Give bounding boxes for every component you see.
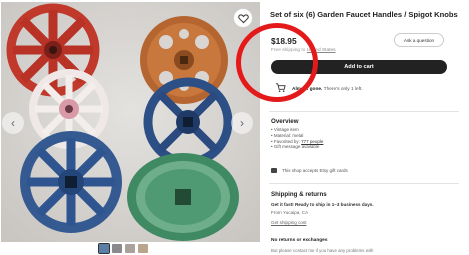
thumbnail[interactable] (112, 244, 122, 253)
divider (269, 183, 459, 184)
overview-heading[interactable]: Overview (271, 118, 299, 125)
thumbnail[interactable] (138, 244, 148, 253)
returns-text: But please contact me if you have any pr… (271, 248, 374, 253)
prev-image-button[interactable]: ‹ (2, 112, 24, 134)
ship-from-text: From Yucaipa, CA (271, 210, 309, 215)
stock-remaining: There's only 1 left. (323, 87, 363, 92)
overview-list: • Vintage item • Material: metal • Favor… (271, 127, 323, 150)
favorited-count-link[interactable]: 777 people (301, 139, 323, 144)
chevron-left-icon: ‹ (11, 116, 15, 130)
thumbnail-strip (98, 243, 148, 254)
shipping-heading[interactable]: Shipping & returns (271, 191, 327, 198)
product-photo[interactable]: ‹ › (1, 2, 260, 242)
thumbnail[interactable] (125, 244, 135, 253)
price-highlight-annotation (236, 23, 318, 102)
overview-item-text: Material: metal (273, 132, 304, 138)
returns-heading: No returns or exchanges (271, 238, 328, 243)
divider (269, 111, 459, 112)
image-gallery: ‹ › (0, 0, 262, 255)
favorite-button[interactable] (233, 8, 253, 28)
faucet-handles-image (1, 2, 260, 242)
ship-fast-text: Get it fast! Ready to ship in 1–3 busine… (271, 202, 374, 207)
ask-question-button[interactable]: Ask a question (394, 33, 444, 47)
blue-handle-left (20, 131, 122, 233)
green-handle (127, 153, 239, 241)
chevron-right-icon: › (240, 116, 244, 130)
overview-item: • Gift message available (271, 144, 320, 150)
listing-page: ‹ › Set of six (6) Garden Faucet Handles… (0, 0, 469, 255)
gift-card-icon (271, 168, 277, 173)
gift-card-text: This shop accepts Etsy gift cards (282, 168, 348, 173)
thumbnail[interactable] (98, 243, 110, 254)
favorited-prefix: Favorited by: (273, 138, 300, 144)
next-image-button[interactable]: › (231, 112, 253, 134)
gift-card-notice: This shop accepts Etsy gift cards (271, 168, 348, 173)
shipping-cost-link[interactable]: Get shipping cost (271, 220, 307, 225)
listing-title: Set of six (6) Garden Faucet Handles / S… (270, 10, 458, 19)
overview-item-text: Gift message available (273, 144, 320, 150)
heart-icon (237, 13, 249, 23)
overview-item-text: Vintage item (273, 127, 299, 132)
